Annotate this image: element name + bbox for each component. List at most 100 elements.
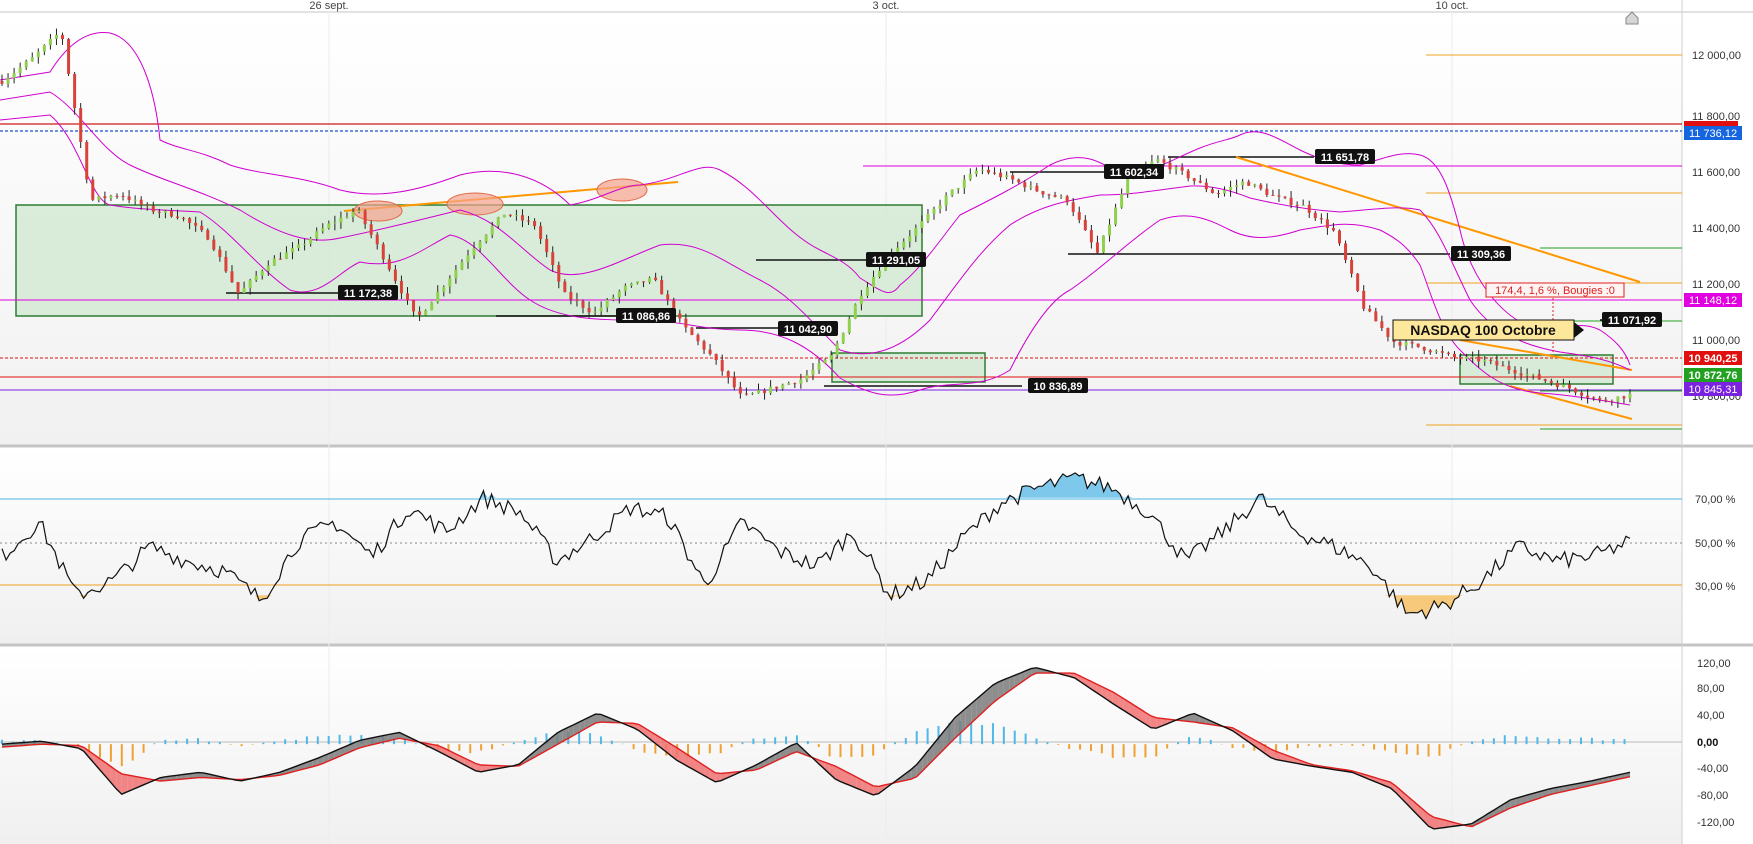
- candle-body: [418, 311, 422, 315]
- candle-body: [654, 277, 658, 281]
- candle-body: [97, 196, 101, 200]
- candle-body: [73, 73, 77, 109]
- y-tick-label: -80,00: [1697, 790, 1728, 802]
- candle-body: [321, 228, 325, 232]
- axis-tag: 10 845,31: [1684, 382, 1742, 396]
- candle-body: [769, 386, 773, 394]
- candle-body: [805, 374, 809, 380]
- candle-body: [1446, 352, 1450, 354]
- candle-body: [1307, 204, 1311, 213]
- candle-body: [678, 313, 682, 319]
- candle-body: [1053, 195, 1057, 197]
- candle-body: [1198, 180, 1202, 183]
- candle-body: [878, 270, 882, 277]
- candle-body: [871, 276, 875, 288]
- y-tick-label: 70,00 %: [1695, 494, 1736, 506]
- candle-body: [666, 294, 670, 301]
- candle-body: [642, 281, 646, 283]
- candle-body: [103, 196, 107, 199]
- candle-body: [1301, 204, 1305, 206]
- candle-body: [297, 244, 301, 249]
- candle-body: [30, 57, 34, 62]
- candle-body: [424, 310, 428, 315]
- level-label-text: 11 172,38: [344, 288, 392, 300]
- candle-body: [157, 211, 161, 213]
- candle-body: [841, 332, 845, 344]
- candle-body: [1216, 192, 1220, 194]
- candle-body: [732, 377, 736, 388]
- candle-body: [1434, 351, 1438, 353]
- candle-body: [1543, 379, 1547, 381]
- candle-body: [1344, 243, 1348, 260]
- candle-body: [1011, 175, 1015, 180]
- y-tick-label: -120,00: [1697, 817, 1734, 829]
- level-label-text: 11 086,86: [622, 311, 670, 323]
- candle-body: [1065, 196, 1069, 203]
- candle-body: [702, 341, 706, 350]
- candle-body: [248, 280, 252, 289]
- level-label: 11 172,38: [338, 285, 398, 300]
- candle-body: [36, 51, 40, 58]
- candle-body: [1180, 167, 1184, 171]
- candle-body: [79, 108, 83, 142]
- candle-body: [484, 234, 488, 242]
- y-tick-label: 11 000,00: [1692, 335, 1740, 347]
- candle-body: [54, 34, 58, 39]
- candle-body: [436, 291, 440, 303]
- candle-body: [1023, 182, 1027, 188]
- candle-body: [412, 300, 416, 312]
- candle-body: [357, 210, 361, 212]
- candle-body: [327, 223, 331, 229]
- candle-body: [1380, 321, 1384, 329]
- candle-body: [1289, 197, 1293, 205]
- candle-body: [1598, 397, 1602, 400]
- candle-body: [1108, 224, 1112, 236]
- candle-body: [1017, 179, 1021, 183]
- candle-body: [284, 252, 288, 259]
- candle-body: [466, 255, 470, 263]
- candle-body: [1338, 230, 1342, 244]
- candle-body: [744, 393, 748, 395]
- candle-body: [1465, 356, 1469, 359]
- candle-body: [623, 285, 627, 292]
- candle-body: [454, 269, 458, 279]
- candle-body: [932, 208, 936, 214]
- candle-body: [182, 217, 186, 219]
- candle-body: [1452, 353, 1456, 358]
- candle-body: [835, 343, 839, 356]
- candle-body: [1610, 401, 1614, 403]
- candle-body: [847, 318, 851, 333]
- candle-body: [1229, 186, 1233, 191]
- candle-body: [1398, 341, 1402, 346]
- candle-body: [1386, 328, 1390, 337]
- candle-body: [508, 214, 512, 216]
- candle-body: [793, 383, 797, 385]
- candle-body: [278, 258, 282, 260]
- candle-body: [684, 318, 688, 328]
- candle-body: [1483, 359, 1487, 362]
- candle-body: [1247, 181, 1251, 186]
- consolidation-zone: [1459, 354, 1614, 385]
- x-tick-label: 3 oct.: [873, 0, 900, 12]
- candle-body: [1440, 351, 1444, 353]
- y-tick-label: 40,00: [1697, 710, 1725, 722]
- y-tick-label: 11 600,00: [1692, 167, 1740, 179]
- candle-body: [738, 387, 742, 394]
- candle-body: [387, 259, 391, 270]
- candle-body: [587, 307, 591, 313]
- candle-body: [1295, 204, 1299, 206]
- candle-body: [242, 288, 246, 293]
- candle-body: [381, 244, 385, 260]
- candle-body: [811, 369, 815, 375]
- axis-tag-text: 10 845,31: [1689, 384, 1738, 396]
- candle-body: [1501, 365, 1505, 367]
- candle-body: [1416, 343, 1420, 347]
- candle-body: [853, 304, 857, 319]
- candle-body: [1077, 212, 1081, 220]
- candle-body: [115, 195, 119, 197]
- candle-body: [569, 291, 573, 300]
- candle-body: [708, 349, 712, 354]
- candle-body: [950, 189, 954, 196]
- candle-body: [563, 281, 567, 292]
- candle-body: [1035, 185, 1039, 192]
